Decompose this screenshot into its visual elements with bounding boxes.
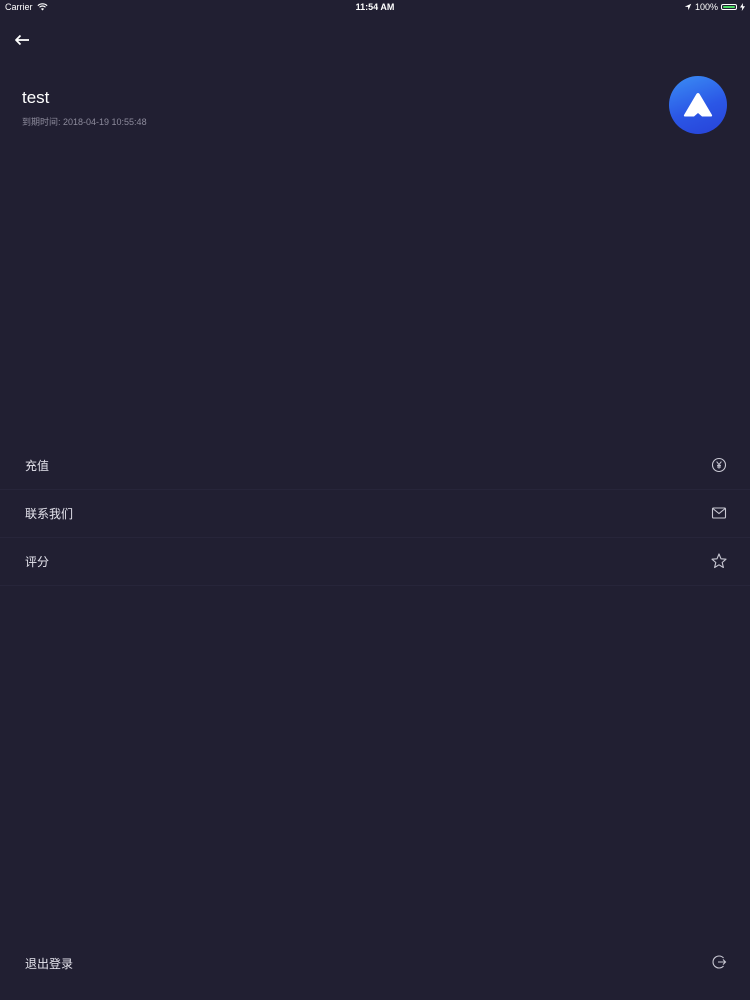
charging-bolt-icon [740, 3, 745, 11]
star-icon [711, 553, 727, 569]
menu-item-label: 联系我们 [25, 507, 74, 521]
battery-percent: 100% [694, 2, 718, 12]
location-arrow-icon [684, 3, 692, 11]
profile-name: test [22, 88, 50, 107]
logout-label: 退出登录 [25, 957, 74, 971]
arrow-left-icon [15, 34, 29, 46]
menu-item-contact[interactable]: 联系我们 [0, 490, 750, 538]
battery-icon [721, 4, 737, 10]
menu-item-label: 评分 [25, 555, 50, 569]
mail-icon [711, 507, 727, 519]
battery-fill [723, 6, 735, 8]
menu-list: 充值 联系我们 评分 [0, 442, 750, 586]
back-button[interactable] [12, 30, 32, 50]
avatar[interactable] [669, 76, 727, 134]
logout-button[interactable]: 退出登录 [0, 940, 750, 984]
logout-icon [712, 955, 727, 969]
status-bar: Carrier 11:54 AM 100% [0, 0, 750, 15]
status-time: 11:54 AM [355, 2, 395, 12]
menu-item-rate[interactable]: 评分 [0, 538, 750, 586]
profile-expiry: 到期时间: 2018-04-19 10:55:48 [22, 117, 147, 127]
yuan-circle-icon [711, 457, 727, 473]
status-right: 100% [684, 2, 745, 12]
menu-item-recharge[interactable]: 充值 [0, 442, 750, 490]
menu-item-label: 充值 [25, 459, 50, 473]
triangle-logo-icon [683, 93, 713, 117]
